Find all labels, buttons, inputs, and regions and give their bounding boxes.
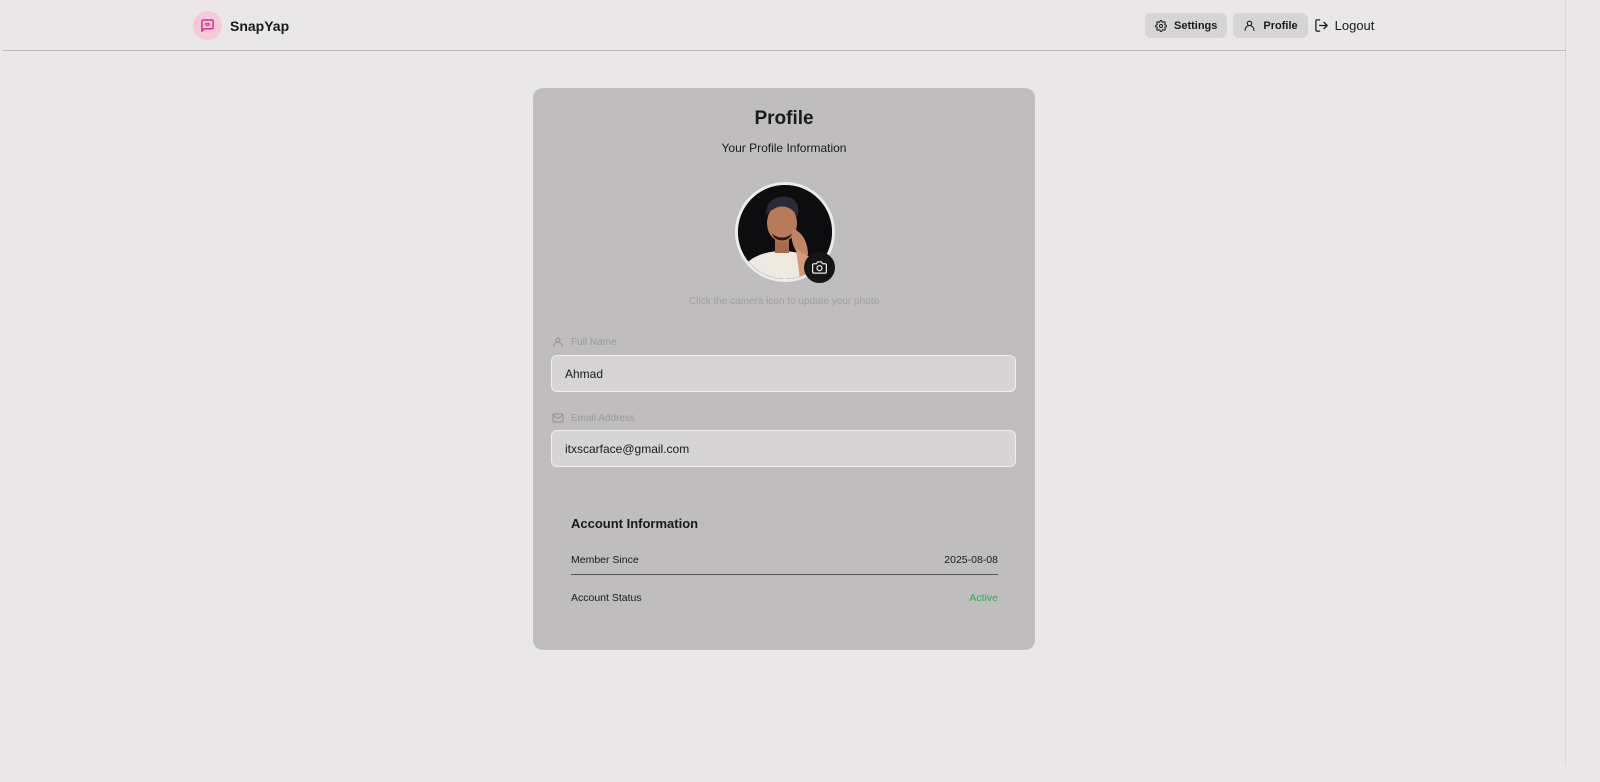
brand-name: SnapYap: [230, 17, 290, 34]
avatar-container: [735, 182, 835, 283]
logout-button[interactable]: Logout: [1314, 18, 1375, 33]
gear-icon: [1155, 19, 1167, 32]
settings-button[interactable]: Settings: [1145, 13, 1228, 38]
user-icon: [553, 337, 563, 347]
status-badge: Active: [969, 592, 998, 604]
logout-label: Logout: [1334, 18, 1375, 33]
email-field[interactable]: itxscarface@gmail.com: [551, 430, 1016, 467]
top-navbar: SnapYap Settings Profile Logout: [3, 0, 1566, 51]
app-window: SnapYap Settings Profile Logout Profile …: [3, 0, 1566, 766]
profile-button[interactable]: Profile: [1233, 13, 1308, 38]
page-subtitle: Your Profile Information: [721, 141, 847, 155]
member-since-row: Member Since 2025-08-08: [571, 554, 998, 566]
change-photo-button[interactable]: [804, 252, 835, 283]
account-info-title: Account Information: [571, 516, 699, 531]
divider: [571, 574, 998, 575]
full-name-field[interactable]: Ahmad: [551, 355, 1016, 392]
member-since-value: 2025-08-08: [944, 554, 998, 566]
camera-icon: [812, 261, 827, 274]
photo-hint: Click the camera icon to update your pho…: [688, 296, 880, 307]
page-title: Profile: [754, 108, 814, 129]
nav-actions: Settings Profile Logout: [1145, 13, 1374, 38]
member-since-label: Member Since: [571, 554, 639, 566]
email-label: Email Address: [552, 412, 635, 424]
account-status-row: Account Status Active: [571, 592, 998, 604]
brand-link[interactable]: SnapYap: [193, 11, 289, 40]
user-icon: [1245, 20, 1255, 31]
account-status-label: Account Status: [571, 592, 642, 604]
logout-icon: [1314, 19, 1328, 32]
profile-label: Profile: [1263, 19, 1298, 32]
full-name-label: Full Name: [552, 336, 617, 348]
mail-icon: [552, 413, 564, 423]
profile-card: Profile Your Profile Information Click t…: [533, 88, 1035, 650]
message-square-icon: [193, 11, 222, 40]
settings-label: Settings: [1174, 19, 1218, 32]
